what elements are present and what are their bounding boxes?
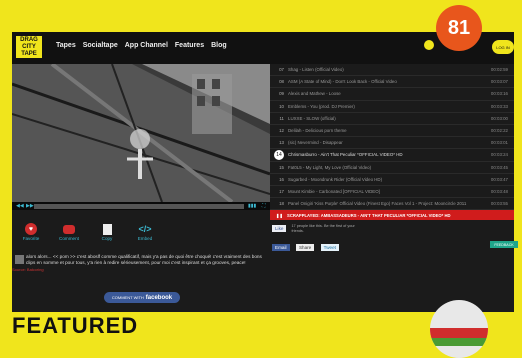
playlist-row[interactable]: 16 Sugarbed - Moondrunk Rider (Official V… xyxy=(270,174,514,186)
comment-source[interactable]: Source: Balcoring xyxy=(12,267,270,273)
comment-with-facebook-button[interactable]: COMMENT WITH facebook xyxy=(104,292,180,303)
count-badge: 81 xyxy=(436,5,482,51)
playlist-row[interactable]: 09 Alexis and Mathew - Loose 00:03:16 xyxy=(270,88,514,101)
playlist-row[interactable]: 07 Shag - Listen (Official Video) 00:02:59 xyxy=(270,64,514,77)
playlist-row[interactable]: 11 LUXXE - SLOW (official) 00:03:00 xyxy=(270,113,514,125)
playlist-row[interactable]: 12 Delilah - Delicious porn theme 00:02:22 xyxy=(270,125,514,138)
video-player[interactable] xyxy=(12,64,270,202)
login-button[interactable]: LOG IN xyxy=(492,40,514,54)
fb-like-button[interactable]: Like xyxy=(272,225,287,233)
nav-blog[interactable]: Blog xyxy=(211,42,227,49)
featured-heading: FEATURED xyxy=(12,312,372,334)
copy-icon xyxy=(102,223,112,235)
comment-icon xyxy=(63,224,75,234)
action-bar: ♥ Favorite Comment Copy </> Embed xyxy=(12,222,192,248)
site-logo[interactable]: DRAG CITY TAPE xyxy=(16,36,42,58)
comment-text: alors alors... << pom >> c'est aboslf co… xyxy=(26,254,262,266)
comment-block: alors alors... << pom >> c'est aboslf co… xyxy=(12,254,270,290)
video-frame-image xyxy=(12,64,270,202)
pause-icon[interactable]: ❚❚ xyxy=(276,213,283,218)
volume-icon[interactable]: ▮▮▮ xyxy=(248,203,256,209)
favorite-button[interactable]: ♥ Favorite xyxy=(12,222,50,248)
main-nav: Tapes Socialtape App Channel Features Bl… xyxy=(56,42,227,49)
nav-features[interactable]: Features xyxy=(175,42,204,49)
comment-button[interactable]: Comment xyxy=(50,222,88,248)
tweet-button[interactable]: Tweet xyxy=(320,244,339,252)
playlist-row[interactable]: 08 ASM (A State of Mind) - Don't Look Bac… xyxy=(270,76,514,89)
player-panel: ◀◀ ▶▶ ▮▮▮ ⛶ 07 Shag - Listen (Official Vi… xyxy=(12,64,518,312)
copy-button[interactable]: Copy xyxy=(88,222,126,248)
now-playing-text: SCRAPPLAYED: AMBASSADEURS - AIN'T THAT P… xyxy=(287,212,451,218)
active-track-number: 14 xyxy=(274,149,284,160)
next-icon[interactable]: ▶▶ xyxy=(26,203,34,209)
nav-socialtape[interactable]: Socialtape xyxy=(83,42,118,49)
email-button[interactable]: Email xyxy=(272,244,290,252)
playlist-row[interactable]: 18 Panel Onigiri 'Kiss Purple' Official V… xyxy=(270,198,514,210)
playlist-row[interactable]: 17 Mount Kimbie - Carbonated [OFFICIAL VI… xyxy=(270,186,514,199)
embed-button[interactable]: </> Embed xyxy=(126,222,164,248)
feedback-button[interactable]: FEEDBACK xyxy=(490,241,518,248)
playlist-row-active[interactable]: 14 Chrismasburro - Ain't That Peculiar *O… xyxy=(270,149,514,162)
heart-icon: ♥ xyxy=(25,223,37,235)
fb-like-count-text: 17 people like this. Be the first of you… xyxy=(291,224,355,233)
prev-icon[interactable]: ◀◀ xyxy=(16,203,24,209)
code-icon: </> xyxy=(138,224,152,234)
social-buttons: Like 17 people like this. Be the first o… xyxy=(272,224,392,252)
playlist: 07 Shag - Listen (Official Video) 00:02:59… xyxy=(270,64,514,210)
fullscreen-icon[interactable]: ⛶ xyxy=(262,203,266,209)
now-playing-bar: ❚❚ SCRAPPLAYED: AMBASSADEURS - AIN'T THA… xyxy=(270,210,514,220)
share-button[interactable]: Share xyxy=(295,244,315,252)
playlist-row[interactable]: 10 Emblems - You (prod. DJ Premier) 00:03:… xyxy=(270,101,514,113)
playlist-row[interactable]: 15 Fat0L5 - My Light, My Love (Official V… xyxy=(270,162,514,174)
nav-app-channel[interactable]: App Channel xyxy=(125,42,168,49)
settings-icon[interactable] xyxy=(424,40,434,50)
avatar[interactable] xyxy=(15,255,24,264)
thumbnail-strip[interactable] xyxy=(34,204,244,209)
nav-tapes[interactable]: Tapes xyxy=(56,42,76,49)
promo-ball-image xyxy=(430,300,488,358)
playlist-row[interactable]: 13 (sic) Nevermind - Disappear 00:03:01 xyxy=(270,137,514,150)
